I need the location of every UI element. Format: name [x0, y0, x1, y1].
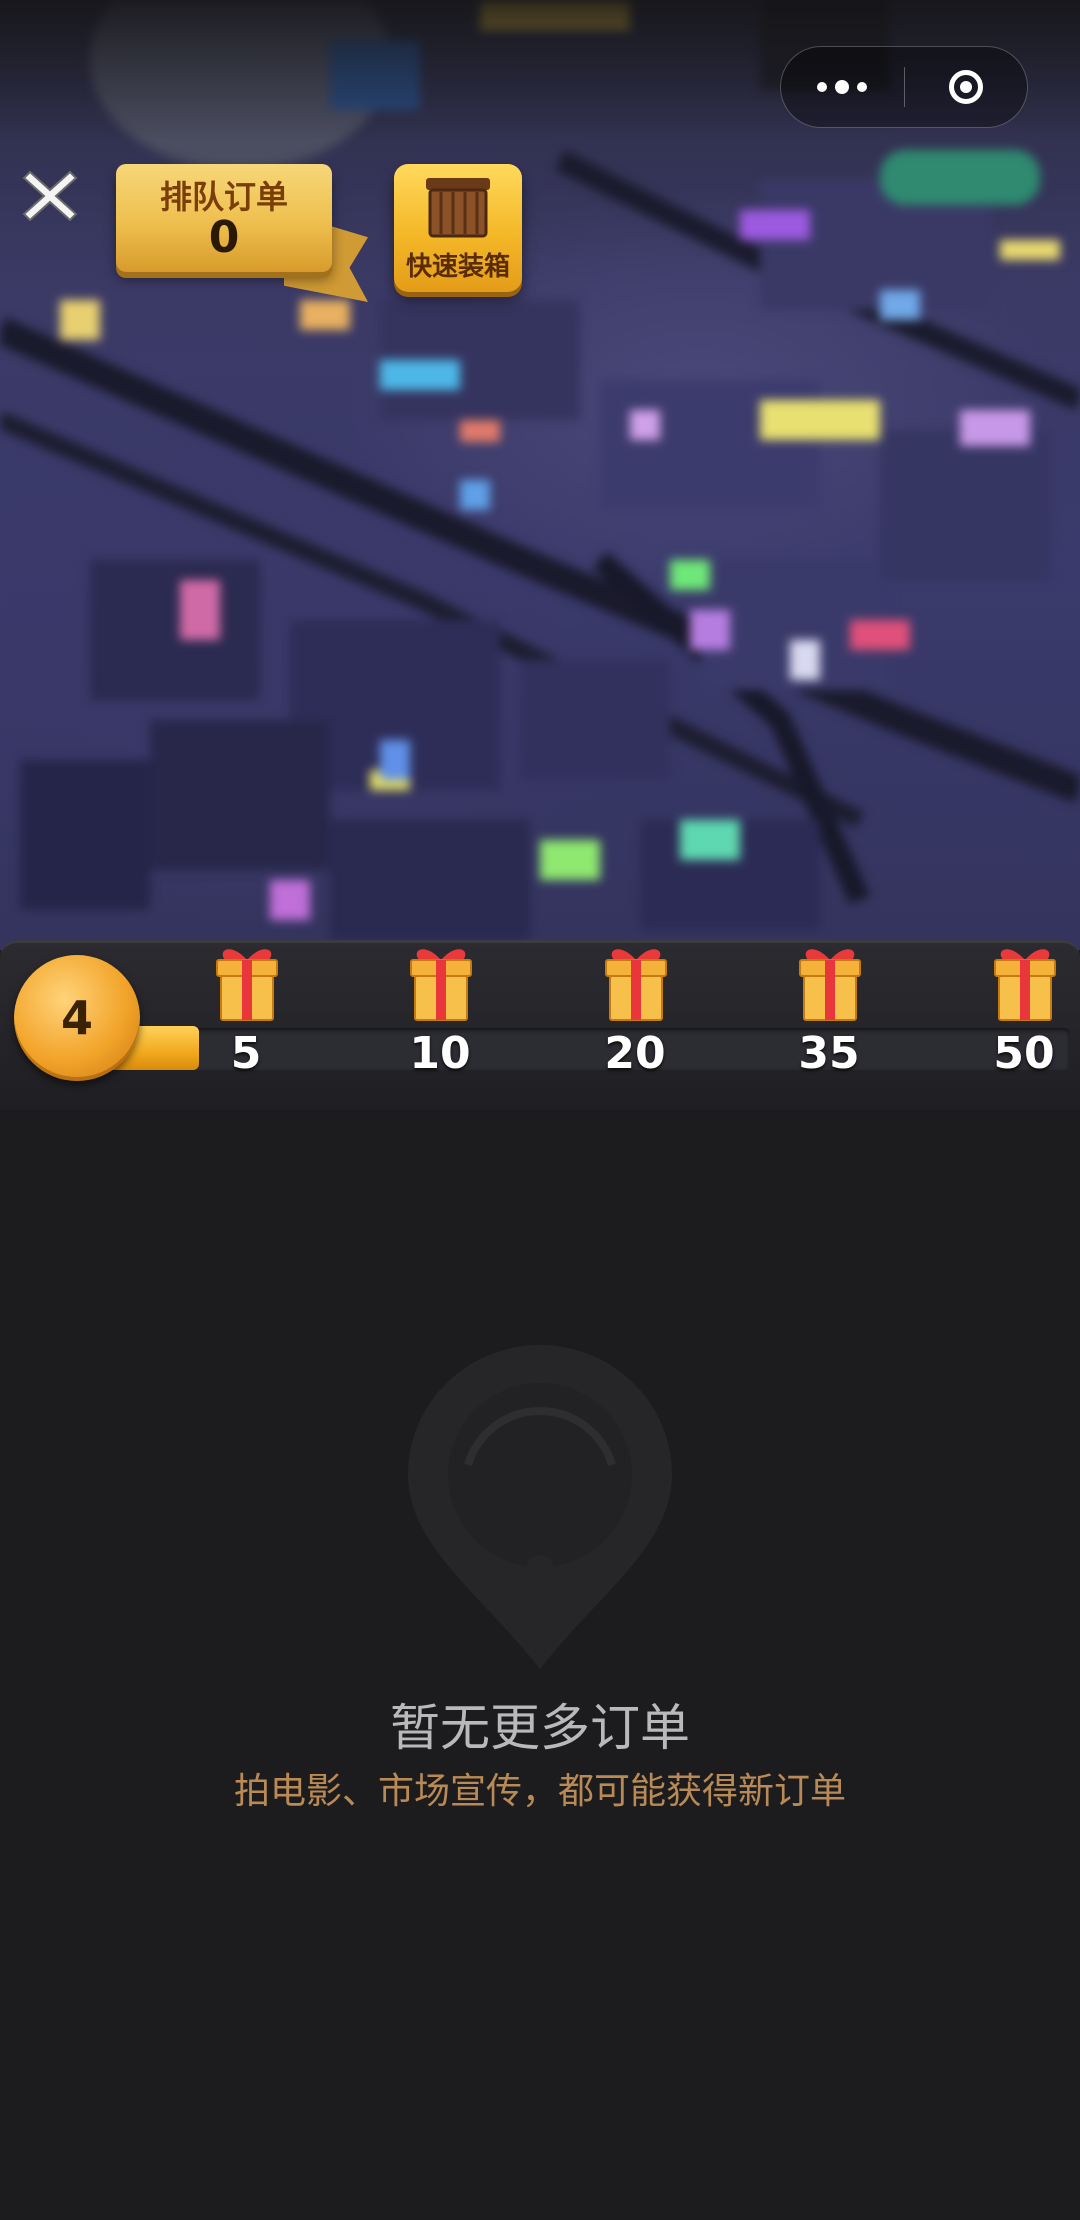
quick-pack-button[interactable]: 快速装箱 — [394, 164, 522, 292]
queue-orders-banner: 排队订单 0 — [116, 164, 376, 310]
level-value: 4 — [60, 991, 93, 1045]
banner-body: 排队订单 0 — [116, 164, 332, 272]
milestone-value: 5 — [230, 1028, 262, 1079]
crate-icon — [426, 178, 490, 238]
gift-icon[interactable] — [211, 942, 283, 1022]
location-pin-icon — [408, 1345, 672, 1669]
gift-icon[interactable] — [794, 942, 866, 1022]
empty-state-hint: 拍电影、市场宣传，都可能获得新订单 — [233, 1771, 846, 1812]
level-badge: 4 — [14, 955, 140, 1081]
more-dots-icon[interactable] — [781, 47, 904, 127]
milestone-value: 35 — [798, 1028, 860, 1079]
milestone-value: 50 — [993, 1028, 1055, 1079]
progress-panel — [0, 940, 1080, 1110]
gift-icon[interactable] — [989, 942, 1061, 1022]
gift-icon[interactable] — [600, 942, 672, 1022]
empty-state-title: 暂无更多订单 — [390, 1699, 690, 1757]
milestone-value: 20 — [604, 1028, 666, 1079]
milestone-value: 10 — [409, 1028, 471, 1079]
close-x-icon[interactable] — [18, 164, 82, 228]
queue-orders-count: 0 — [208, 212, 240, 263]
city-background — [0, 0, 1080, 950]
target-close-icon[interactable] — [904, 47, 1027, 127]
quick-pack-label: 快速装箱 — [405, 252, 510, 282]
mini-program-capsule — [780, 46, 1028, 128]
gift-icon[interactable] — [405, 942, 477, 1022]
